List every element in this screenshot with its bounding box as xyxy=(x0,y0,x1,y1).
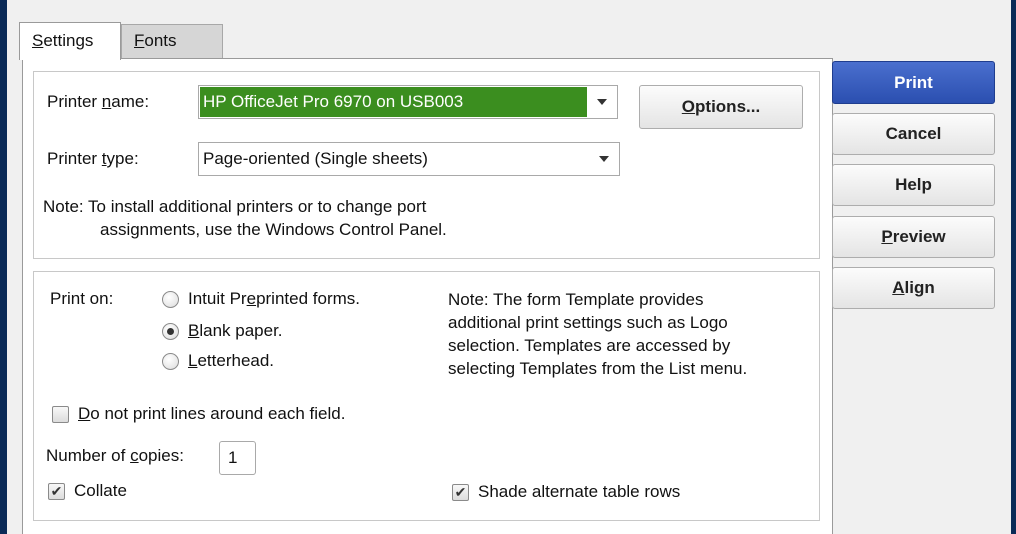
window-frame-right xyxy=(1011,0,1016,534)
cancel-button[interactable]: Cancel xyxy=(832,113,995,155)
checkmark-icon: ✔ xyxy=(454,484,467,500)
copies-input[interactable]: 1 xyxy=(219,441,256,475)
print-dialog: Settings Fonts Printer name: HP OfficeJe… xyxy=(7,0,1011,534)
chevron-down-icon[interactable] xyxy=(587,86,617,118)
collate-checkbox[interactable]: ✔ xyxy=(48,483,65,500)
blank-paper-label[interactable]: Blank paper. xyxy=(188,321,283,341)
print-options-group: Print on: Intuit Preprinted forms. Blank… xyxy=(33,271,820,521)
options-button[interactable]: Options... xyxy=(639,85,803,129)
no-lines-checkbox[interactable] xyxy=(52,406,69,423)
collate-label[interactable]: Collate xyxy=(74,481,127,501)
chevron-down-icon[interactable] xyxy=(589,143,619,175)
printer-name-select[interactable]: HP OfficeJet Pro 6970 on USB003 xyxy=(198,85,618,119)
preprinted-forms-label[interactable]: Intuit Preprinted forms. xyxy=(188,289,360,309)
printer-name-label: Printer name: xyxy=(47,92,150,111)
tab-settings[interactable]: Settings xyxy=(19,22,121,60)
template-note-line2: additional print settings such as Logo xyxy=(448,313,728,332)
help-button[interactable]: Help xyxy=(832,164,995,206)
shade-rows-checkbox[interactable]: ✔ xyxy=(452,484,469,501)
align-button[interactable]: Align xyxy=(832,267,995,309)
print-on-label: Print on: xyxy=(50,289,114,308)
preview-button[interactable]: Preview xyxy=(832,216,995,258)
printer-type-label: Printer type: xyxy=(47,149,139,168)
shade-rows-label[interactable]: Shade alternate table rows xyxy=(478,482,680,502)
copies-label: Number of copies: xyxy=(46,446,184,465)
settings-tab-panel: Printer name: HP OfficeJet Pro 6970 on U… xyxy=(22,58,833,534)
checkmark-icon: ✔ xyxy=(50,483,63,499)
printer-type-value: Page-oriented (Single sheets) xyxy=(203,149,428,168)
printer-group: Printer name: HP OfficeJet Pro 6970 on U… xyxy=(33,71,820,259)
printer-name-value: HP OfficeJet Pro 6970 on USB003 xyxy=(200,87,587,117)
tab-fonts[interactable]: Fonts xyxy=(121,24,223,58)
no-lines-label[interactable]: Do not print lines around each field. xyxy=(78,404,345,424)
printer-note-line1: Note: To install additional printers or … xyxy=(43,197,427,216)
print-button[interactable]: Print xyxy=(832,61,995,104)
printer-note-line2: assignments, use the Windows Control Pan… xyxy=(100,220,447,239)
printer-type-select[interactable]: Page-oriented (Single sheets) xyxy=(198,142,620,176)
tab-fonts-label-post: onts xyxy=(144,31,177,50)
letterhead-label[interactable]: Letterhead. xyxy=(188,351,274,371)
tab-settings-label-post: ettings xyxy=(43,31,94,50)
letterhead-radio[interactable] xyxy=(162,353,179,370)
tab-settings-label-mnemonic: S xyxy=(32,31,44,50)
tab-fonts-label-mnemonic: F xyxy=(134,31,145,50)
template-note-line3: selection. Templates are accessed by xyxy=(448,336,731,355)
window-frame-left xyxy=(0,0,7,534)
blank-paper-radio[interactable] xyxy=(162,323,179,340)
template-note-line4: selecting Templates from the List menu. xyxy=(448,359,748,378)
preprinted-forms-radio[interactable] xyxy=(162,291,179,308)
template-note-line1: Note: The form Template provides xyxy=(448,290,704,309)
